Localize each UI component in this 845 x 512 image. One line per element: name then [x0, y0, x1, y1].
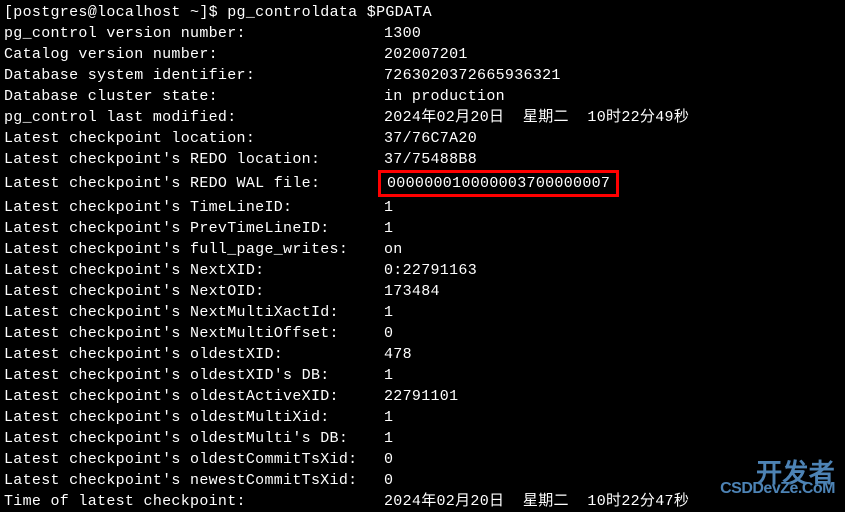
output-label: pg_control version number: [4, 23, 384, 44]
output-label: Latest checkpoint's oldestCommitTsXid: [4, 449, 384, 470]
output-row: Latest checkpoint's NextOID:173484 [4, 281, 841, 302]
output-value: 0:22791163 [384, 262, 477, 279]
output-label: Latest checkpoint's oldestXID: [4, 344, 384, 365]
output-row: Latest checkpoint's PrevTimeLineID:1 [4, 218, 841, 239]
output-label: Latest checkpoint's newestCommitTsXid: [4, 470, 384, 491]
output-row: Latest checkpoint's oldestMulti's DB:1 [4, 428, 841, 449]
output-value: 2024年02月20日 星期二 10时22分49秒 [384, 109, 689, 126]
output-value: in production [384, 88, 505, 105]
output-label: Database system identifier: [4, 65, 384, 86]
output-row: Latest checkpoint's oldestMultiXid:1 [4, 407, 841, 428]
output-row: pg_control version number:1300 [4, 23, 841, 44]
output-label: Latest checkpoint's oldestMulti's DB: [4, 428, 384, 449]
output-value: on [384, 241, 403, 258]
output-value: 1 [384, 199, 393, 216]
output-label: Latest checkpoint's TimeLineID: [4, 197, 384, 218]
output-label: Latest checkpoint's oldestMultiXid: [4, 407, 384, 428]
output-label: Latest checkpoint's full_page_writes: [4, 239, 384, 260]
output-label: Latest checkpoint's REDO WAL file: [4, 173, 384, 194]
output-value: 37/75488B8 [384, 151, 477, 168]
output-value: 0 [384, 451, 393, 468]
shell-command: pg_controldata $PGDATA [227, 4, 432, 21]
output-row: Latest checkpoint's NextMultiXactId:1 [4, 302, 841, 323]
output-row: Latest checkpoint's oldestXID:478 [4, 344, 841, 365]
output-label: Latest checkpoint's REDO location: [4, 149, 384, 170]
output-label: Latest checkpoint's oldestActiveXID: [4, 386, 384, 407]
terminal-output: [postgres@localhost ~]$ pg_controldata $… [4, 2, 841, 512]
output-value: 1 [384, 220, 393, 237]
output-value: 0 [384, 325, 393, 342]
output-row: Latest checkpoint's NextXID:0:22791163 [4, 260, 841, 281]
output-row: Catalog version number:202007201 [4, 44, 841, 65]
output-row: Latest checkpoint's oldestXID's DB:1 [4, 365, 841, 386]
output-value-highlighted: 000000010000003700000007 [378, 170, 619, 197]
output-value: 37/76C7A20 [384, 130, 477, 147]
output-row: Latest checkpoint's REDO location:37/754… [4, 149, 841, 170]
watermark-bottom: CSDDevZe.CoM [720, 478, 835, 499]
output-row: Latest checkpoint's oldestCommitTsXid:0 [4, 449, 841, 470]
output-label: Latest checkpoint's PrevTimeLineID: [4, 218, 384, 239]
watermark: 开发者 CSDDevZe.CoM [720, 463, 835, 499]
output-value: 1 [384, 304, 393, 321]
output-value: 1 [384, 409, 393, 426]
output-label: Latest checkpoint's NextOID: [4, 281, 384, 302]
output-value: 202007201 [384, 46, 468, 63]
output-row: Latest checkpoint's REDO WAL file:000000… [4, 170, 841, 197]
output-value: 2024年02月20日 星期二 10时22分47秒 [384, 493, 689, 510]
output-row: Latest checkpoint's NextMultiOffset:0 [4, 323, 841, 344]
output-value: 22791101 [384, 388, 458, 405]
output-value: 1 [384, 367, 393, 384]
output-value: 478 [384, 346, 412, 363]
output-row: Latest checkpoint's newestCommitTsXid:0 [4, 470, 841, 491]
output-row: Latest checkpoint's TimeLineID:1 [4, 197, 841, 218]
output-label: Latest checkpoint's NextMultiXactId: [4, 302, 384, 323]
output-label: Latest checkpoint's oldestXID's DB: [4, 365, 384, 386]
output-row: Time of latest checkpoint:2024年02月20日 星期… [4, 491, 841, 512]
command-line[interactable]: [postgres@localhost ~]$ pg_controldata $… [4, 2, 841, 23]
shell-prompt: [postgres@localhost ~]$ [4, 4, 227, 21]
output-label: Time of latest checkpoint: [4, 491, 384, 512]
output-label: Latest checkpoint location: [4, 128, 384, 149]
output-label: Database cluster state: [4, 86, 384, 107]
output-row: Database system identifier:7263020372665… [4, 65, 841, 86]
output-value: 0 [384, 472, 393, 489]
output-row: Latest checkpoint's oldestActiveXID:2279… [4, 386, 841, 407]
output-row: Latest checkpoint's full_page_writes:on [4, 239, 841, 260]
output-row: Latest checkpoint location:37/76C7A20 [4, 128, 841, 149]
output-label: Catalog version number: [4, 44, 384, 65]
output-label: Latest checkpoint's NextXID: [4, 260, 384, 281]
output-row: Database cluster state:in production [4, 86, 841, 107]
output-label: Latest checkpoint's NextMultiOffset: [4, 323, 384, 344]
output-label: pg_control last modified: [4, 107, 384, 128]
output-value: 1 [384, 430, 393, 447]
output-value: 7263020372665936321 [384, 67, 561, 84]
output-value: 1300 [384, 25, 421, 42]
output-value: 173484 [384, 283, 440, 300]
output-row: pg_control last modified:2024年02月20日 星期二… [4, 107, 841, 128]
